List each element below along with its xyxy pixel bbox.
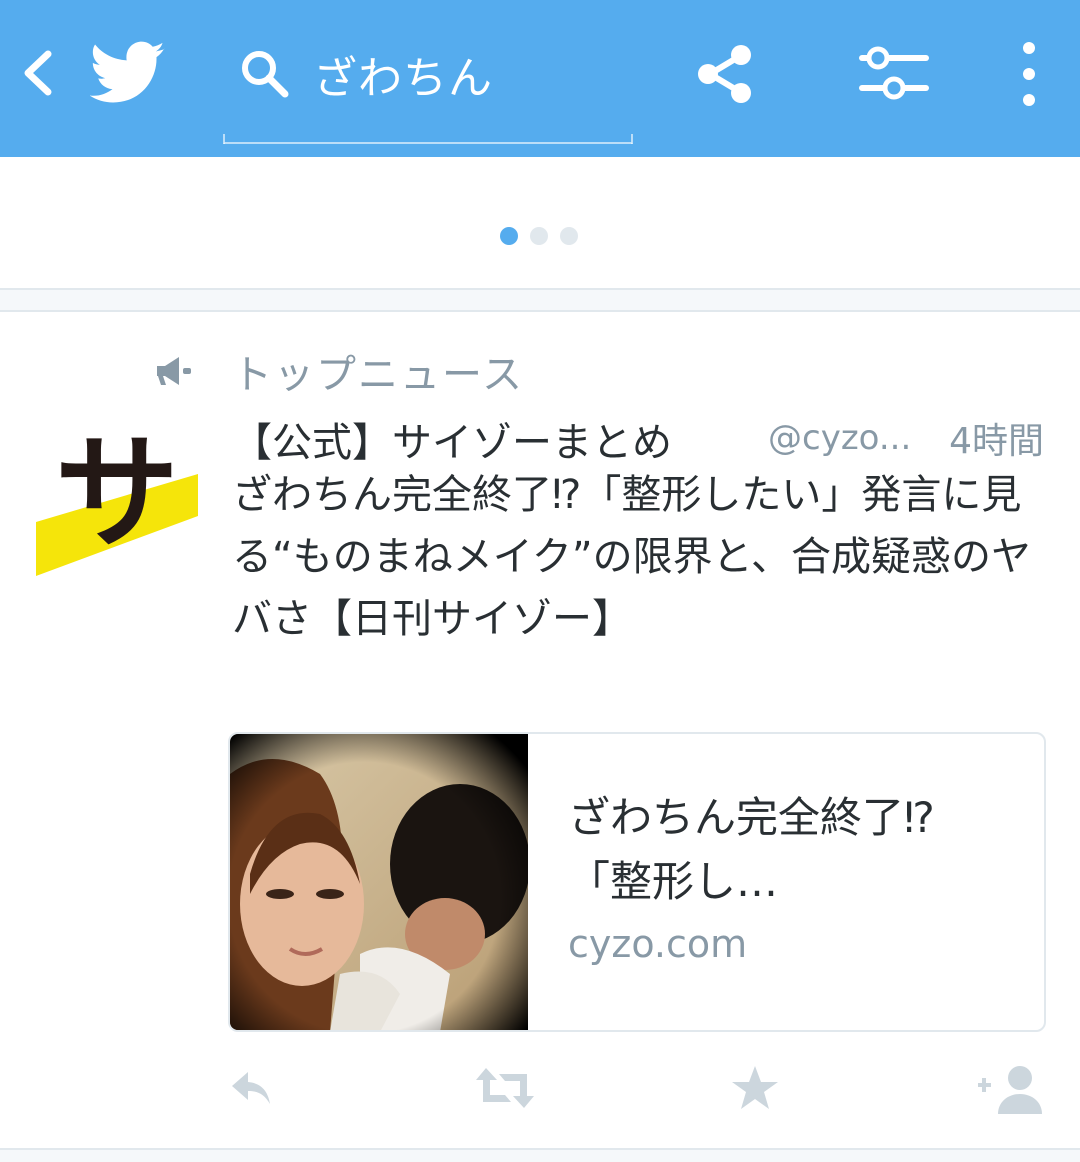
favorite-icon[interactable] [730, 1064, 780, 1112]
share-icon[interactable] [694, 42, 756, 106]
carousel-dot[interactable] [530, 227, 548, 245]
author-name[interactable]: 【公式】サイゾーまとめ [232, 410, 672, 468]
carousel-pagination [500, 227, 578, 247]
reply-icon[interactable] [228, 1064, 276, 1112]
top-app-bar: ざわちん [0, 0, 1080, 157]
tweet-timestamp[interactable]: 4時間 [949, 412, 1044, 464]
card-thumbnail [230, 734, 528, 1030]
tweet[interactable]: トップニュース サ 【公式】サイゾーまとめ @cyzo... 4時間 ざわちん完… [0, 312, 1080, 1148]
twitter-bird-icon[interactable] [90, 40, 166, 106]
cyzo-logo-icon: サ [36, 412, 198, 576]
tweet-header: 【公式】サイゾーまとめ @cyzo... 4時間 [232, 410, 1044, 466]
megaphone-icon [157, 357, 191, 385]
carousel [0, 157, 1080, 287]
follow-icon[interactable] [978, 1064, 1048, 1116]
card-domain: cyzo.com [568, 922, 748, 966]
tweet-text: ざわちん完全終了⁉「整形したい」発言に見る“ものまねメイク”の限界と、合成疑惑の… [232, 472, 1032, 642]
card-title: ざわちん完全終了⁉「整形し… [568, 793, 935, 906]
carousel-dot[interactable] [500, 227, 518, 245]
tweet-actions [0, 1064, 1080, 1124]
filter-icon[interactable] [858, 44, 930, 102]
top-news-label: トップニュース [232, 352, 524, 398]
search-icon [242, 51, 289, 98]
link-card[interactable]: ざわちん完全終了⁉「整形し… cyzo.com [228, 732, 1046, 1032]
svg-text:サ: サ [55, 421, 179, 566]
search-query-text[interactable]: ざわちん [313, 42, 493, 106]
search-box[interactable]: ざわちん [223, 30, 633, 144]
retweet-icon[interactable] [474, 1064, 536, 1112]
carousel-dot[interactable] [560, 227, 578, 245]
author-handle[interactable]: @cyzo... [768, 418, 911, 458]
avatar[interactable]: サ [36, 412, 198, 576]
more-icon[interactable] [1014, 40, 1044, 108]
back-icon[interactable] [14, 44, 60, 102]
section-divider [0, 288, 1080, 312]
